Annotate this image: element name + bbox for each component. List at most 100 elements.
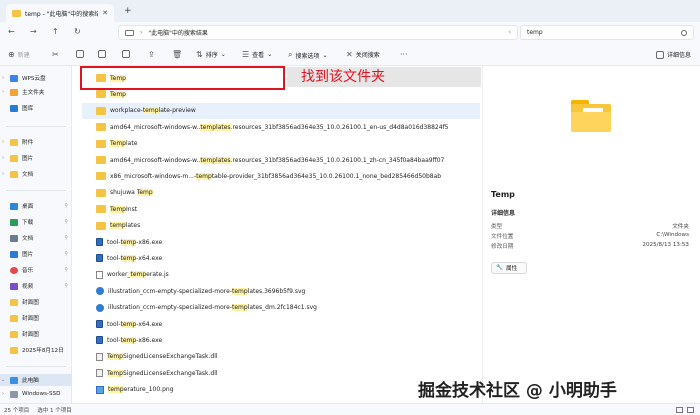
navigation-pane: › WPS云盘 › 主文件夹 图库 › 附件 › 图片 › 文档 桌面 ⚲ 下载 ⚲ 文档 ⚲ … xyxy=(0,66,72,403)
file-row[interactable]: TempInst xyxy=(82,201,480,217)
details-key: 类型 xyxy=(491,224,503,230)
file-row[interactable]: tool-temp-x86.exe xyxy=(82,234,480,250)
search-options-icon: ⌕ xyxy=(288,50,293,59)
file-row[interactable]: x86_microsoft-windows-m...-temptable-pro… xyxy=(82,168,480,184)
file-name-suffix: Inst xyxy=(126,205,138,213)
file-name: Temp xyxy=(110,90,126,98)
file-row[interactable]: tool-temp-x64.exe xyxy=(82,250,480,266)
file-row[interactable]: workplace-template-preview xyxy=(82,102,480,119)
view-button[interactable]: ☰ 查看 ⌄ xyxy=(242,50,272,59)
details-section-heading: 详细信息 xyxy=(491,210,516,217)
file-row[interactable]: amd64_microsoft-windows-w..templates.res… xyxy=(82,152,480,168)
sidebar-item-gallery[interactable]: 图库 xyxy=(0,102,72,114)
search-match: Temp xyxy=(110,205,126,213)
sidebar-item-pictures[interactable]: › 图片 xyxy=(0,152,72,164)
details-button[interactable]: 详细信息 xyxy=(656,50,691,59)
trash-icon: 🗑 xyxy=(172,50,183,59)
file-row[interactable]: TempSignedLicenseExchangeTask.dll xyxy=(82,349,480,365)
close-search-button[interactable]: ✕ 关闭搜索 xyxy=(346,50,380,59)
copy-button[interactable] xyxy=(76,50,84,58)
sidebar-item-cover-3[interactable]: 封面图 xyxy=(0,328,72,340)
folder-icon xyxy=(96,106,106,115)
details-icon xyxy=(656,50,664,59)
sort-button[interactable]: ⇅ 排序 ⌄ xyxy=(196,50,226,59)
rename-button[interactable] xyxy=(122,50,130,58)
file-row[interactable]: shujuwa Temp xyxy=(82,185,480,201)
delete-button[interactable]: 🗑 xyxy=(172,50,182,59)
file-name-suffix: -x86.exe xyxy=(136,336,163,344)
search-match: templates xyxy=(200,156,231,164)
divider xyxy=(6,190,66,191)
sidebar-item-cover-1[interactable]: 封面图 xyxy=(0,296,72,308)
sidebar-item-videos[interactable]: 视频 ⚲ xyxy=(0,280,72,292)
search-match: temp xyxy=(108,386,124,394)
file-name-prefix: tool- xyxy=(107,320,121,328)
close-icon[interactable]: ✕ xyxy=(102,9,108,17)
details-row-modified: 修改日期 2025/8/13 13:53 xyxy=(491,242,689,250)
sidebar-item-documents[interactable]: › 文档 xyxy=(0,168,72,180)
search-input[interactable]: temp xyxy=(520,25,694,40)
sidebar-item-desktop[interactable]: 桌面 ⚲ xyxy=(0,200,72,212)
sidebar-item-cover-2[interactable]: 封面图 xyxy=(0,312,72,324)
sidebar-item-home[interactable]: › 主文件夹 xyxy=(0,86,72,98)
status-bar: 25 个项目 选中 1 个项目 xyxy=(0,403,700,415)
up-icon[interactable]: ↑ xyxy=(52,27,59,36)
tab-search-results[interactable]: temp - "此电脑"中的搜索结果 ✕ xyxy=(6,4,114,22)
back-icon[interactable]: ← xyxy=(8,27,15,36)
sidebar-item-pictures-2[interactable]: 图片 ⚲ xyxy=(0,248,72,260)
new-button[interactable]: ⊕ 新建 xyxy=(8,50,30,59)
paste-button[interactable] xyxy=(98,50,106,58)
file-name-prefix: worker_ xyxy=(107,271,131,279)
sidebar-item-windows-ssd[interactable]: › Windows-SSD xyxy=(0,388,72,400)
file-row[interactable]: tool-temp-x86.exe xyxy=(82,332,480,348)
search-options-button[interactable]: ⌕ 搜索选项 ⌄ xyxy=(288,50,328,60)
search-match: temp xyxy=(231,287,248,295)
file-row[interactable]: templates xyxy=(82,218,480,234)
share-button[interactable]: ⇪ xyxy=(148,50,155,59)
file-row[interactable]: illustration_ccm-empty-specialized-more-… xyxy=(82,283,480,299)
pin-icon: ⚲ xyxy=(64,267,68,273)
file-row[interactable]: Template xyxy=(82,136,480,152)
cut-button[interactable]: ✂ xyxy=(52,50,59,59)
chevron-down-icon: ⌄ xyxy=(0,377,6,383)
file-name: x86_microsoft-windows-m...-temptable-pro… xyxy=(110,172,441,180)
details-view-icon[interactable] xyxy=(676,406,683,413)
sidebar-item-this-pc[interactable]: ⌄ 此电脑 xyxy=(0,374,72,386)
properties-button[interactable]: 🔧 属性 xyxy=(491,262,527,274)
sidebar-item-label: 封面图 xyxy=(22,316,39,322)
sidebar-item-attachments[interactable]: › 附件 xyxy=(0,136,72,148)
file-row[interactable]: tool-temp-x64.exe xyxy=(82,316,480,332)
sidebar-item-music[interactable]: 音乐 ⚲ xyxy=(0,264,72,276)
search-value: temp xyxy=(527,29,543,36)
file-row[interactable]: illustration_ccm-empty-specialized-more-… xyxy=(82,300,480,316)
file-name-suffix: -x86.exe xyxy=(136,238,163,246)
chevron-right-icon: › xyxy=(2,171,4,177)
sidebar-item-documents-2[interactable]: 文档 ⚲ xyxy=(0,232,72,244)
sidebar-item-date-folder[interactable]: 2025年8月12日 xyxy=(0,344,72,356)
forward-icon[interactable]: → xyxy=(30,27,37,36)
divider xyxy=(6,126,66,127)
refresh-icon[interactable]: ↻ xyxy=(74,27,81,36)
file-name: tool-temp-x86.exe xyxy=(107,336,163,344)
file-row[interactable]: worker_temperate.js xyxy=(82,267,480,283)
sidebar-item-label: 下载 xyxy=(22,220,34,226)
sidebar-item-downloads[interactable]: 下载 ⚲ xyxy=(0,216,72,228)
file-row[interactable]: amd64_microsoft-windows-w..templates.res… xyxy=(82,119,480,135)
sidebar-item-wps-cloud[interactable]: › WPS云盘 xyxy=(0,72,72,84)
file-name-prefix: illustration_ccm-empty-specialized-more- xyxy=(108,304,232,312)
search-match: temp xyxy=(120,336,137,344)
video-icon xyxy=(10,282,18,290)
item-count: 25 个项目 xyxy=(4,407,30,414)
pin-icon: ⚲ xyxy=(64,283,68,289)
details-value: 2025/8/13 13:53 xyxy=(642,242,689,248)
close-search-label: 关闭搜索 xyxy=(355,52,380,59)
folder-icon xyxy=(12,9,21,17)
file-name: amd64_microsoft-windows-w..templates.res… xyxy=(110,123,449,131)
address-bar[interactable]: › "此电脑"中的搜索结果 › xyxy=(118,25,518,40)
rename-icon xyxy=(122,50,130,58)
tiles-view-icon[interactable] xyxy=(687,406,694,413)
new-tab-button[interactable]: + xyxy=(124,6,132,16)
highlight-box xyxy=(80,66,285,90)
more-button[interactable]: ··· xyxy=(400,50,408,59)
search-icon xyxy=(681,29,687,36)
